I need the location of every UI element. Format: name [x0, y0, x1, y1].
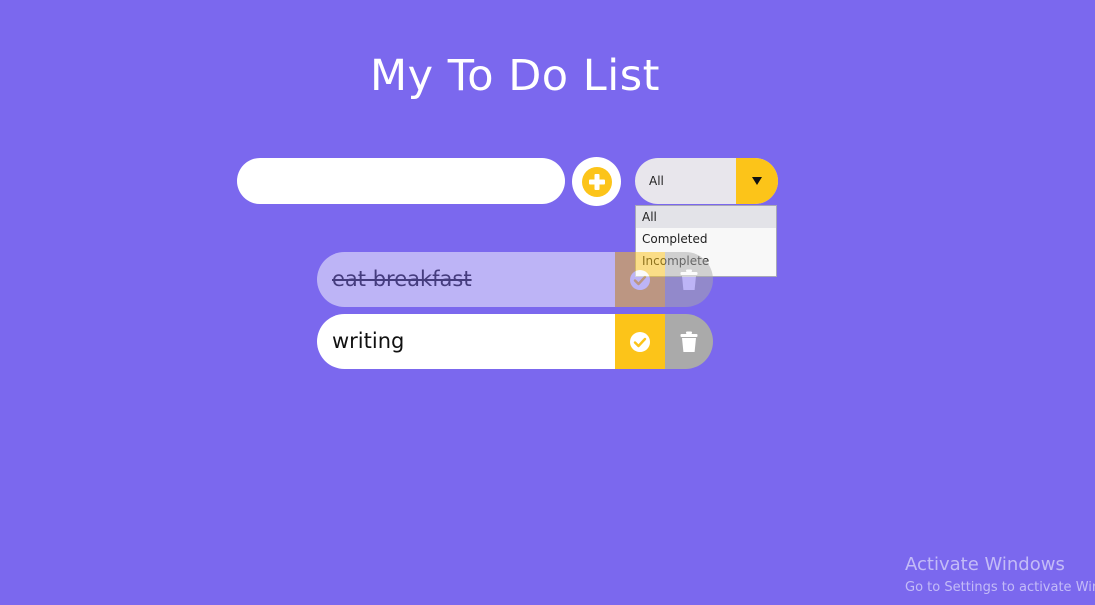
windows-activation-watermark: Activate Windows Go to Settings to activ…: [905, 554, 1095, 598]
complete-button[interactable]: [615, 252, 665, 307]
filter-option-all[interactable]: All: [636, 206, 776, 228]
check-circle-icon: [630, 331, 650, 352]
todo-item: writing: [317, 314, 713, 369]
add-todo-button[interactable]: [572, 157, 621, 206]
check-circle-icon: [630, 269, 650, 290]
delete-button[interactable]: [665, 314, 713, 369]
todo-text: writing: [317, 314, 615, 369]
trash-icon: [680, 331, 698, 352]
filter-select[interactable]: All: [635, 158, 778, 204]
todo-item: eat breakfast: [317, 252, 713, 307]
todo-text: eat breakfast: [317, 252, 615, 307]
filter-option-completed[interactable]: Completed: [636, 228, 776, 250]
watermark-subtitle: Go to Settings to activate Windows.: [905, 580, 1095, 595]
filter-selected-value: All: [649, 174, 664, 188]
page-title: My To Do List: [370, 50, 660, 101]
filter-dropdown-toggle[interactable]: [736, 158, 778, 204]
todo-input[interactable]: [237, 158, 565, 204]
watermark-title: Activate Windows: [905, 554, 1065, 575]
triangle-down-icon: [752, 177, 762, 185]
trash-icon: [680, 269, 698, 290]
plus-circle-icon: [581, 166, 612, 197]
delete-button[interactable]: [665, 252, 713, 307]
complete-button[interactable]: [615, 314, 665, 369]
